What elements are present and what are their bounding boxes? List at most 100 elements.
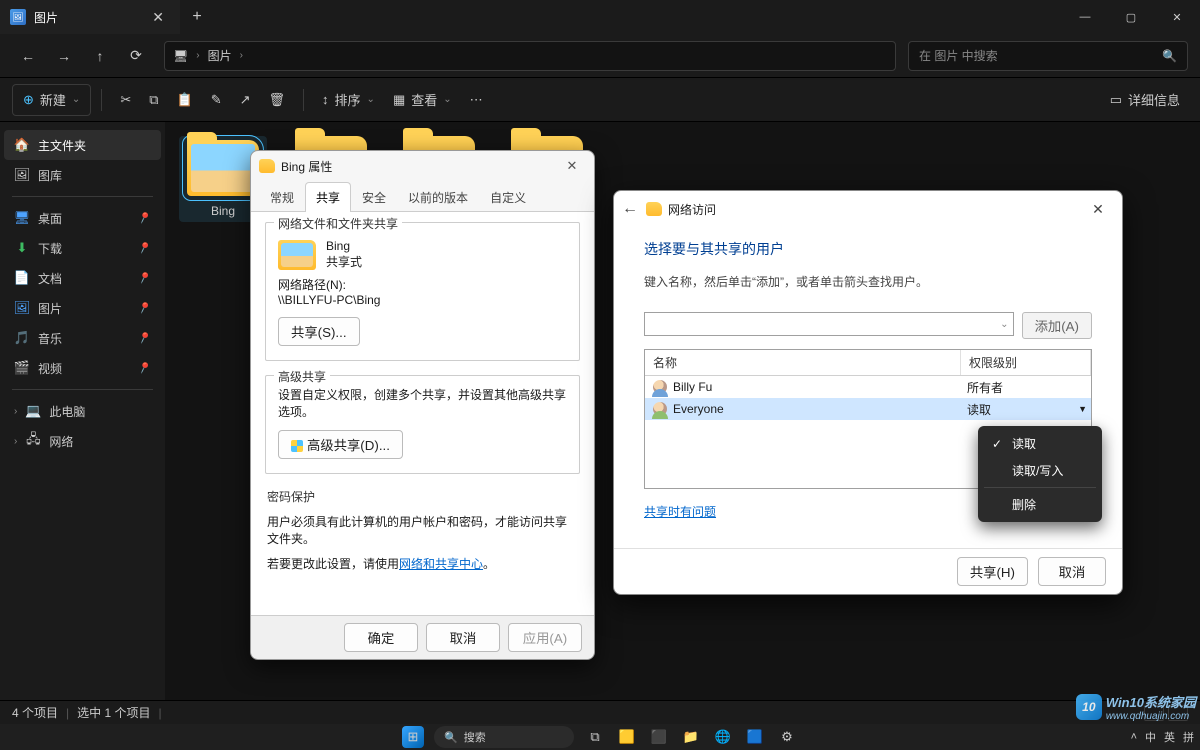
sidebar-item-documents[interactable]: 📄文档📍 [4, 263, 161, 293]
back-button[interactable]: ← [622, 200, 646, 218]
forward-button[interactable]: → [48, 40, 80, 72]
close-button[interactable]: ✕ [558, 155, 586, 177]
rename-button[interactable]: ✎ [203, 84, 230, 116]
sidebar-item-pictures[interactable]: 🖼图片📍 [4, 293, 161, 323]
paste-button[interactable]: 📋 [169, 84, 201, 116]
close-window-button[interactable]: ✕ [1154, 0, 1200, 34]
advanced-share-button[interactable]: 高级共享(D)... [278, 430, 403, 459]
cut-button[interactable]: ✂ [112, 84, 139, 116]
taskbar-app[interactable]: 🟦 [744, 726, 766, 748]
cancel-button[interactable]: 取消 [1038, 557, 1106, 586]
sidebar-item-gallery[interactable]: 🖼图库 [4, 160, 161, 190]
delete-button[interactable]: 🗑 [261, 84, 294, 116]
taskbar-app[interactable]: ⬛ [648, 726, 670, 748]
taskbar-edge[interactable]: 🌐 [712, 726, 734, 748]
user-combo[interactable]: ⌄ [644, 312, 1014, 336]
dialog-tabs: 常规 共享 安全 以前的版本 自定义 [251, 181, 594, 212]
more-button[interactable]: ⋯ [462, 84, 491, 116]
status-selection: 选中 1 个项目 [77, 704, 150, 721]
dialog-title: 网络访问 [668, 201, 716, 218]
new-button[interactable]: ⊕新建⌄ [12, 84, 91, 116]
start-button[interactable]: ⊞ [402, 726, 424, 748]
breadcrumb[interactable]: 🖥› 图片› [164, 41, 896, 71]
menu-item-remove[interactable]: 删除 [978, 491, 1102, 518]
menu-item-readwrite[interactable]: 读取/写入 [978, 457, 1102, 484]
apply-button[interactable]: 应用(A) [508, 623, 582, 652]
menu-item-read[interactable]: ✓读取 [978, 430, 1102, 457]
system-tray[interactable]: ˄ 中 英 拼 [1131, 729, 1194, 745]
group-icon [653, 402, 667, 416]
help-link[interactable]: 共享时有问题 [644, 505, 716, 519]
breadcrumb-item[interactable]: 图片 [208, 47, 232, 64]
col-perm[interactable]: 权限级别 [961, 350, 1091, 375]
sidebar-item-home[interactable]: 🏠主文件夹 [4, 130, 161, 160]
close-button[interactable]: ✕ [1082, 197, 1114, 221]
dialog-footer: 确定 取消 应用(A) [251, 615, 594, 659]
cancel-button[interactable]: 取消 [426, 623, 500, 652]
taskbar-explorer[interactable]: 📁 [680, 726, 702, 748]
separator [303, 89, 304, 111]
nav-bar: ← → ↑ ⟳ 🖥› 图片› 在 图片 中搜索 🔍 [0, 34, 1200, 78]
menu-separator [984, 487, 1096, 488]
ok-button[interactable]: 确定 [344, 623, 418, 652]
watermark: 10 Win10系统家园 www.qdhuajin.com [1076, 692, 1196, 722]
sidebar-item-music[interactable]: 🎵音乐📍 [4, 323, 161, 353]
sidebar-item-network[interactable]: ›🖧网络 [4, 426, 161, 456]
minimize-button[interactable]: — [1062, 0, 1108, 34]
taskbar-search[interactable]: 🔍搜索 [434, 726, 574, 748]
new-tab-button[interactable]: + [180, 0, 214, 34]
section-title: 网络文件和文件夹共享 [274, 215, 402, 232]
dialog-titlebar[interactable]: Bing 属性 ✕ [251, 151, 594, 181]
chevron-down-icon[interactable]: ▼ [1078, 404, 1087, 414]
divider [12, 389, 153, 390]
dialog-header: ← 网络访问 ✕ [614, 191, 1122, 227]
tray-chevron-icon[interactable]: ˄ [1131, 731, 1137, 743]
tab-versions[interactable]: 以前的版本 [397, 182, 479, 212]
details-pane-button[interactable]: ▭详细信息 [1102, 84, 1188, 116]
list-item[interactable]: Billy Fu 所有者 [645, 376, 1091, 398]
list-item[interactable]: Everyone 读取▼ [645, 398, 1091, 420]
refresh-button[interactable]: ⟳ [120, 40, 152, 72]
tab-general[interactable]: 常规 [259, 182, 305, 212]
video-icon: 🎬 [14, 360, 30, 376]
pin-icon: 📍 [135, 329, 153, 347]
sidebar-item-videos[interactable]: 🎬视频📍 [4, 353, 161, 383]
taskbar: ⊞ 🔍搜索 ⧉ 🟨 ⬛ 📁 🌐 🟦 ⚙ ˄ 中 英 拼 [0, 724, 1200, 750]
taskbar-settings[interactable]: ⚙ [776, 726, 798, 748]
user-name: Billy Fu [673, 380, 712, 394]
chevron-right-icon: › [14, 406, 17, 417]
share-button[interactable]: 共享(S)... [278, 317, 360, 346]
section-password: 密码保护 用户必须具有此计算机的用户帐户和密码，才能访问共享文件夹。 若要更改此… [265, 488, 580, 572]
section-advanced-share: 高级共享 设置自定义权限，创建多个共享，并设置其他高级共享选项。 高级共享(D)… [265, 375, 580, 474]
search-input[interactable]: 在 图片 中搜索 🔍 [908, 41, 1188, 71]
tray-lang1[interactable]: 中 [1145, 729, 1156, 745]
back-button[interactable]: ← [12, 40, 44, 72]
share-button[interactable]: ↗ [232, 84, 259, 116]
sidebar-item-downloads[interactable]: ⬇下载📍 [4, 233, 161, 263]
tab-custom[interactable]: 自定义 [479, 182, 537, 212]
copy-button[interactable]: ⧉ [141, 84, 166, 116]
add-button[interactable]: 添加(A) [1022, 312, 1092, 339]
password-text-2: 若要更改此设置，请使用网络和共享中心。 [267, 555, 578, 572]
sidebar-item-thispc[interactable]: ›💻此电脑 [4, 396, 161, 426]
section-title: 密码保护 [267, 490, 315, 504]
taskbar-app[interactable]: 🟨 [616, 726, 638, 748]
tab-security[interactable]: 安全 [351, 182, 397, 212]
col-name[interactable]: 名称 [645, 350, 961, 375]
task-view-button[interactable]: ⧉ [584, 726, 606, 748]
list-header: 名称 权限级别 [645, 350, 1091, 376]
pin-icon: 📍 [135, 239, 153, 257]
pin-icon: 📍 [135, 209, 153, 227]
window-tab[interactable]: 🖼 图片 ✕ [0, 0, 180, 34]
tray-ime[interactable]: 拼 [1183, 729, 1194, 745]
maximize-button[interactable]: ▢ [1108, 0, 1154, 34]
sort-button[interactable]: ↕排序⌄ [314, 84, 383, 116]
view-button[interactable]: ▦查看⌄ [385, 84, 460, 116]
tab-share[interactable]: 共享 [305, 182, 351, 212]
network-center-link[interactable]: 网络和共享中心 [399, 557, 483, 571]
sidebar-item-desktop[interactable]: 🖥桌面📍 [4, 203, 161, 233]
tray-lang2[interactable]: 英 [1164, 729, 1175, 745]
tab-close-icon[interactable]: ✕ [152, 9, 164, 26]
share-button[interactable]: 共享(H) [957, 557, 1028, 586]
up-button[interactable]: ↑ [84, 40, 116, 72]
